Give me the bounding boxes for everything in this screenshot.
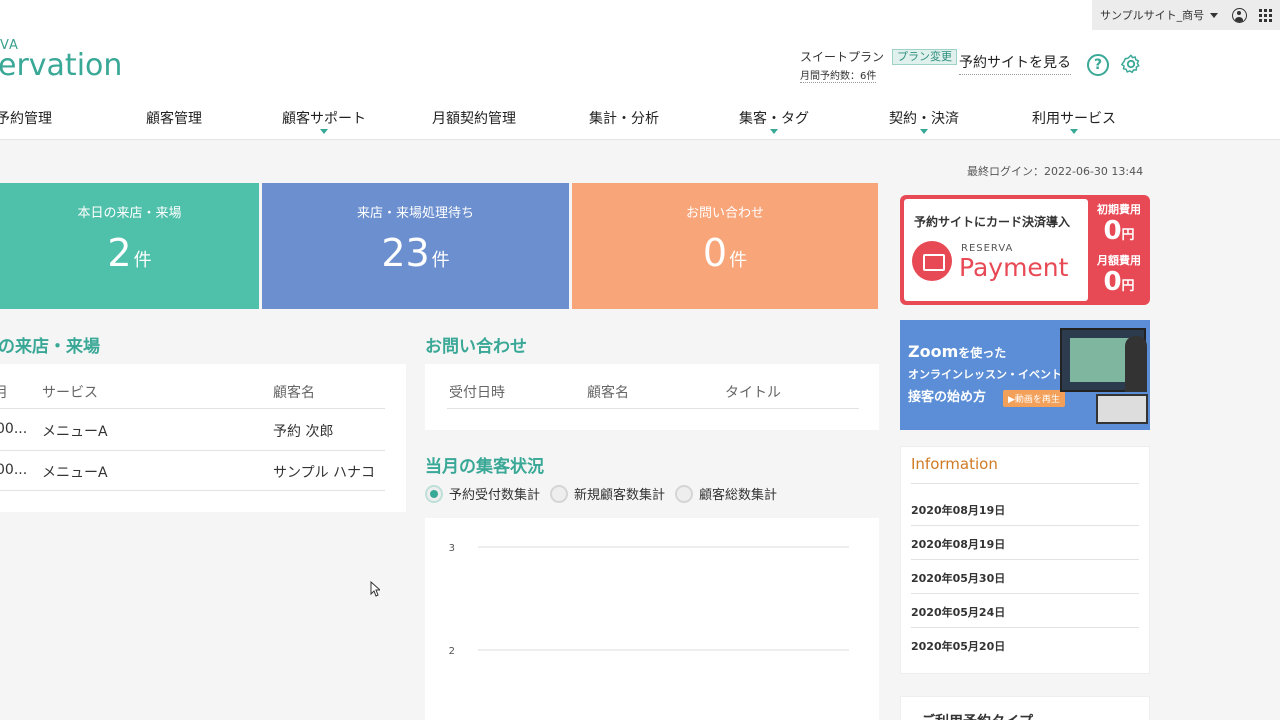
view-reservation-site-link[interactable]: 予約サイトを見る	[959, 52, 1071, 75]
payment-promo-banner[interactable]: 予約サイトにカード決済導入 RESERVA Payment 初期費用 0円 月額…	[900, 195, 1150, 305]
promo-product: Payment	[959, 253, 1069, 282]
inquiries-section-title: お問い合わせ	[425, 337, 527, 357]
site-name: サンプルサイト_商号	[1100, 9, 1205, 22]
logo[interactable]: ervation	[0, 48, 122, 83]
chart-mode-radio-group: 予約受付数集計 新規顧客数集計 顧客総数集計	[425, 484, 777, 503]
nav-reservation[interactable]: 予約管理	[0, 108, 52, 128]
app-grid-icon[interactable]	[1259, 8, 1273, 22]
information-panel: Information 2020年08月19日 2020年08月19日 2020…	[900, 446, 1150, 674]
stat-inquiries[interactable]: お問い合わせ 0件	[572, 183, 878, 309]
stat-pending-visits[interactable]: 来店・来場処理待ち 23 件	[262, 183, 569, 309]
play-video-button[interactable]: ▶動画を再生	[1003, 390, 1065, 407]
reservation-types-title: ご利用予約タイプ	[921, 711, 1033, 720]
monthly-chart: 32	[449, 543, 849, 657]
chevron-down-icon	[920, 129, 928, 134]
nav-customer-support[interactable]: 顧客サポート	[282, 108, 366, 134]
chevron-down-icon	[320, 129, 328, 134]
mouse-cursor-icon	[370, 581, 380, 597]
chevron-down-icon	[1070, 129, 1078, 134]
information-item[interactable]: 2020年08月19日	[911, 536, 1005, 552]
promo-title: 予約サイトにカード決済導入	[914, 215, 1071, 229]
plan-info: スイートプラン プラン変更 月間予約数：6件	[800, 48, 958, 83]
radio-new-customers[interactable]: 新規顧客数集計	[550, 484, 665, 503]
plan-change-button[interactable]: プラン変更	[892, 48, 958, 65]
help-icon[interactable]: ?	[1087, 54, 1109, 76]
gear-icon[interactable]	[1120, 53, 1142, 75]
radio-circle[interactable]	[425, 484, 443, 503]
y-tick-label: 3	[449, 543, 455, 554]
reservation-types-panel: ご利用予約タイプ	[900, 696, 1150, 720]
thumbnail-illustration	[1096, 394, 1148, 424]
radio-total-customers[interactable]: 顧客総数集計	[675, 484, 777, 503]
information-item[interactable]: 2020年05月24日	[911, 604, 1005, 620]
credit-card-icon	[912, 241, 952, 281]
nav-monthly-contract[interactable]: 月額契約管理	[432, 108, 516, 128]
nav-analytics[interactable]: 集計・分析	[589, 108, 659, 128]
visits-panel: 月 サービス 顧客名 00... メニューA 予約 次郎 00... メニューA…	[0, 364, 406, 512]
radio-circle[interactable]	[550, 484, 569, 503]
information-item[interactable]: 2020年05月20日	[911, 638, 1005, 654]
y-tick-label: 2	[449, 646, 455, 657]
nav-services[interactable]: 利用サービス	[1032, 108, 1116, 134]
account-area: サンプルサイト_商号	[1092, 0, 1280, 30]
top-utility-bar: サンプルサイト_商号	[0, 0, 1280, 30]
chevron-down-icon	[770, 129, 778, 134]
visits-section-title: の来店・来場	[0, 337, 100, 357]
information-title: Information	[911, 455, 998, 473]
nav-contract-payment[interactable]: 契約・決済	[889, 108, 959, 134]
stat-value: 0	[702, 231, 728, 275]
information-item[interactable]: 2020年05月30日	[911, 570, 1005, 586]
presenter-illustration	[1125, 336, 1147, 392]
monthly-section-title: 当月の集客状況	[425, 457, 544, 477]
main-nav: 予約管理 顧客管理 顧客サポート 月額契約管理 集計・分析 集客・タグ 契約・決…	[0, 108, 1160, 140]
nav-customer[interactable]: 顧客管理	[146, 108, 202, 128]
inquiries-panel: 受付日時 顧客名 タイトル	[425, 364, 879, 430]
stat-value: 23	[381, 231, 430, 275]
plan-name: スイートプラン	[800, 50, 885, 64]
information-item[interactable]: 2020年08月19日	[911, 502, 1005, 518]
stat-today-visits[interactable]: 本日の来店・来場 2件	[0, 183, 259, 309]
chart-panel: 32	[425, 518, 879, 720]
site-selector[interactable]: サンプルサイト_商号	[1100, 7, 1219, 23]
radio-reservations[interactable]: 予約受付数集計	[425, 484, 540, 503]
nav-marketing-tags[interactable]: 集客・タグ	[739, 108, 809, 134]
monthly-reservation-count: 月間予約数：6件	[800, 67, 877, 83]
zoom-guide-banner[interactable]: Zoomを使った オンラインレッスン・イベント・ 接客の始め方 ▶動画を再生	[900, 320, 1150, 430]
header: VA ervation スイートプラン プラン変更 月間予約数：6件 予約サイト…	[0, 30, 1280, 140]
radio-circle[interactable]	[675, 484, 694, 503]
user-account-icon[interactable]	[1232, 7, 1248, 23]
last-login: 最終ログイン：2022-06-30 13:44	[967, 165, 1144, 178]
chevron-down-icon	[1210, 12, 1219, 18]
stat-value: 2	[107, 231, 132, 275]
